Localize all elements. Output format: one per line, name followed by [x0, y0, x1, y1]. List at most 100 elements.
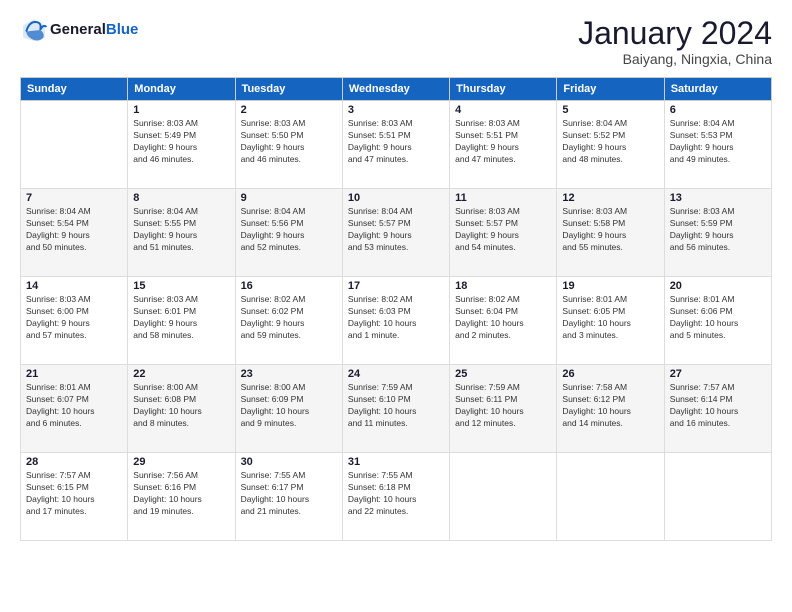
calendar-cell: 23Sunrise: 8:00 AM Sunset: 6:09 PM Dayli… [235, 365, 342, 453]
calendar-cell: 15 Sunrise: 8:03 AM Sunset: 6:01 PM Dayli… [128, 277, 235, 365]
day-info: Sunrise: 7:58 AM Sunset: 6:12 PM Dayligh… [562, 382, 658, 430]
week-row-2: 7 Sunrise: 8:04 AM Sunset: 5:54 PM Daylig… [21, 189, 772, 277]
day-number: 11 [455, 192, 551, 204]
calendar-cell: 10Sunrise: 8:04 AM Sunset: 5:57 PM Dayli… [342, 189, 449, 277]
day-info: Sunrise: 7:56 AM Sunset: 6:16 PM Dayligh… [133, 470, 229, 518]
day-number: 4 [455, 104, 551, 116]
day-info: Sunrise: 8:04 AM Sunset: 5:52 PM Dayligh… [562, 118, 658, 166]
calendar-cell: 24 Sunrise: 7:59 AM Sunset: 6:10 PM Dayli… [342, 365, 449, 453]
calendar-cell: 18Sunrise: 8:02 AM Sunset: 6:04 PM Dayli… [450, 277, 557, 365]
day-number: 21 [26, 368, 122, 380]
day-info: Sunrise: 8:00 AM Sunset: 6:08 PM Dayligh… [133, 382, 229, 430]
week-row-1: 1 Sunrise: 8:03 AM Sunset: 5:49 PM Daylig… [21, 101, 772, 189]
logo-icon [20, 16, 48, 44]
calendar-cell: 17 Sunrise: 8:02 AM Sunset: 6:03 PM Dayli… [342, 277, 449, 365]
calendar-cell: 16Sunrise: 8:02 AM Sunset: 6:02 PM Dayli… [235, 277, 342, 365]
day-number: 24 [348, 368, 444, 380]
day-number: 16 [241, 280, 337, 292]
day-number: 28 [26, 456, 122, 468]
day-number: 22 [133, 368, 229, 380]
day-number: 9 [241, 192, 337, 204]
day-info: Sunrise: 8:04 AM Sunset: 5:55 PM Dayligh… [133, 206, 229, 254]
header-friday: Friday [557, 78, 664, 101]
calendar-cell: 22 Sunrise: 8:00 AM Sunset: 6:08 PM Dayli… [128, 365, 235, 453]
calendar-cell [21, 101, 128, 189]
day-number: 31 [348, 456, 444, 468]
header-wednesday: Wednesday [342, 78, 449, 101]
day-number: 30 [241, 456, 337, 468]
calendar-cell: 4 Sunrise: 8:03 AM Sunset: 5:51 PM Daylig… [450, 101, 557, 189]
week-row-4: 21 Sunrise: 8:01 AM Sunset: 6:07 PM Dayli… [21, 365, 772, 453]
day-info: Sunrise: 8:03 AM Sunset: 6:01 PM Dayligh… [133, 294, 229, 342]
header-monday: Monday [128, 78, 235, 101]
week-row-5: 28 Sunrise: 7:57 AM Sunset: 6:15 PM Dayli… [21, 453, 772, 541]
day-info: Sunrise: 8:03 AM Sunset: 5:49 PM Dayligh… [133, 118, 229, 166]
calendar-cell: 6 Sunrise: 8:04 AM Sunset: 5:53 PM Daylig… [664, 101, 771, 189]
day-info: Sunrise: 8:04 AM Sunset: 5:56 PM Dayligh… [241, 206, 337, 254]
day-info: Sunrise: 7:57 AM Sunset: 6:14 PM Dayligh… [670, 382, 766, 430]
day-number: 29 [133, 456, 229, 468]
day-number: 14 [26, 280, 122, 292]
calendar-cell: 8 Sunrise: 8:04 AM Sunset: 5:55 PM Daylig… [128, 189, 235, 277]
day-number: 15 [133, 280, 229, 292]
day-info: Sunrise: 8:03 AM Sunset: 6:00 PM Dayligh… [26, 294, 122, 342]
day-info: Sunrise: 8:02 AM Sunset: 6:04 PM Dayligh… [455, 294, 551, 342]
header: GeneralBlue January 2024 Baiyang, Ningxi… [20, 16, 772, 67]
day-info: Sunrise: 8:03 AM Sunset: 5:58 PM Dayligh… [562, 206, 658, 254]
day-number: 23 [241, 368, 337, 380]
day-info: Sunrise: 8:04 AM Sunset: 5:57 PM Dayligh… [348, 206, 444, 254]
calendar-cell: 19Sunrise: 8:01 AM Sunset: 6:05 PM Dayli… [557, 277, 664, 365]
day-info: Sunrise: 7:55 AM Sunset: 6:18 PM Dayligh… [348, 470, 444, 518]
calendar-cell [450, 453, 557, 541]
day-number: 20 [670, 280, 766, 292]
calendar-cell: 7 Sunrise: 8:04 AM Sunset: 5:54 PM Daylig… [21, 189, 128, 277]
header-saturday: Saturday [664, 78, 771, 101]
title-block: January 2024 Baiyang, Ningxia, China [578, 16, 772, 67]
logo-text: GeneralBlue [50, 21, 138, 38]
day-info: Sunrise: 8:04 AM Sunset: 5:54 PM Dayligh… [26, 206, 122, 254]
day-number: 7 [26, 192, 122, 204]
day-number: 3 [348, 104, 444, 116]
calendar-cell: 31 Sunrise: 7:55 AM Sunset: 6:18 PM Dayli… [342, 453, 449, 541]
day-info: Sunrise: 8:01 AM Sunset: 6:07 PM Dayligh… [26, 382, 122, 430]
day-info: Sunrise: 7:59 AM Sunset: 6:10 PM Dayligh… [348, 382, 444, 430]
day-number: 8 [133, 192, 229, 204]
calendar-cell: 30 Sunrise: 7:55 AM Sunset: 6:17 PM Dayli… [235, 453, 342, 541]
calendar-cell: 25Sunrise: 7:59 AM Sunset: 6:11 PM Dayli… [450, 365, 557, 453]
day-info: Sunrise: 8:04 AM Sunset: 5:53 PM Dayligh… [670, 118, 766, 166]
day-info: Sunrise: 8:03 AM Sunset: 5:51 PM Dayligh… [455, 118, 551, 166]
calendar-cell: 27Sunrise: 7:57 AM Sunset: 6:14 PM Dayli… [664, 365, 771, 453]
weekday-header-row: Sunday Monday Tuesday Wednesday Thursday… [21, 78, 772, 101]
day-info: Sunrise: 7:55 AM Sunset: 6:17 PM Dayligh… [241, 470, 337, 518]
calendar-table: Sunday Monday Tuesday Wednesday Thursday… [20, 77, 772, 541]
header-thursday: Thursday [450, 78, 557, 101]
calendar-cell: 5 Sunrise: 8:04 AM Sunset: 5:52 PM Daylig… [557, 101, 664, 189]
day-number: 13 [670, 192, 766, 204]
day-number: 25 [455, 368, 551, 380]
location: Baiyang, Ningxia, China [578, 51, 772, 67]
week-row-3: 14 Sunrise: 8:03 AM Sunset: 6:00 PM Dayli… [21, 277, 772, 365]
day-number: 1 [133, 104, 229, 116]
day-number: 6 [670, 104, 766, 116]
day-info: Sunrise: 8:03 AM Sunset: 5:51 PM Dayligh… [348, 118, 444, 166]
header-sunday: Sunday [21, 78, 128, 101]
calendar-cell [664, 453, 771, 541]
calendar-cell: 29 Sunrise: 7:56 AM Sunset: 6:16 PM Dayli… [128, 453, 235, 541]
calendar-cell: 2Sunrise: 8:03 AM Sunset: 5:50 PM Daylig… [235, 101, 342, 189]
logo: GeneralBlue [20, 16, 138, 44]
header-tuesday: Tuesday [235, 78, 342, 101]
day-number: 17 [348, 280, 444, 292]
day-info: Sunrise: 8:03 AM Sunset: 5:59 PM Dayligh… [670, 206, 766, 254]
page: GeneralBlue January 2024 Baiyang, Ningxi… [0, 0, 792, 551]
calendar-cell: 20 Sunrise: 8:01 AM Sunset: 6:06 PM Dayli… [664, 277, 771, 365]
calendar-cell: 9 Sunrise: 8:04 AM Sunset: 5:56 PM Daylig… [235, 189, 342, 277]
day-info: Sunrise: 8:02 AM Sunset: 6:03 PM Dayligh… [348, 294, 444, 342]
calendar-cell: 26Sunrise: 7:58 AM Sunset: 6:12 PM Dayli… [557, 365, 664, 453]
month-title: January 2024 [578, 16, 772, 51]
day-info: Sunrise: 7:57 AM Sunset: 6:15 PM Dayligh… [26, 470, 122, 518]
day-info: Sunrise: 8:01 AM Sunset: 6:06 PM Dayligh… [670, 294, 766, 342]
calendar-cell: 14 Sunrise: 8:03 AM Sunset: 6:00 PM Dayli… [21, 277, 128, 365]
day-number: 5 [562, 104, 658, 116]
calendar-cell: 28 Sunrise: 7:57 AM Sunset: 6:15 PM Dayli… [21, 453, 128, 541]
calendar-cell: 21 Sunrise: 8:01 AM Sunset: 6:07 PM Dayli… [21, 365, 128, 453]
